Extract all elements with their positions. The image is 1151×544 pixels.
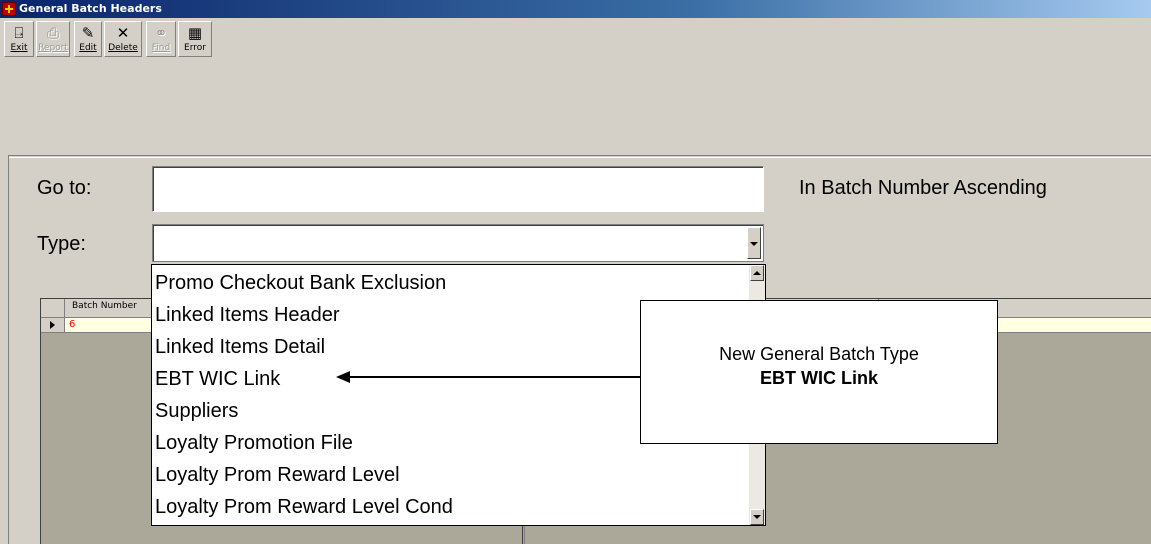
callout-line-2: EBT WIC Link [760, 368, 878, 388]
annotation-callout: New General Batch Type EBT WIC Link [640, 300, 998, 444]
title-bar[interactable]: General Batch Headers [0, 0, 1151, 18]
chevron-down-icon [753, 515, 761, 519]
type-label: Type: [37, 233, 86, 255]
callout-line-1: New General Batch Type [719, 344, 919, 364]
column-divider-shadow [524, 525, 525, 544]
column-header-batch-number[interactable]: Batch Number [72, 301, 137, 311]
exit-door-icon: ⍈ [14, 24, 24, 42]
exit-button[interactable]: ⍈ Exit [4, 21, 34, 57]
delete-x-icon: ✕ [116, 24, 130, 42]
dropdown-option[interactable]: Loyalty Prom Reward Level [155, 461, 400, 490]
report-button[interactable]: ⎙ Report [36, 21, 70, 57]
row-selector[interactable] [41, 318, 65, 332]
app-icon[interactable] [2, 2, 16, 16]
callout-arrow-line [348, 376, 640, 378]
type-combobox[interactable] [152, 224, 764, 262]
edit-icon: ✎ [81, 24, 95, 42]
dropdown-option[interactable]: Loyalty Promotion File [155, 429, 353, 458]
grid-icon: ▦ [187, 24, 203, 42]
grid-corner[interactable] [41, 299, 65, 317]
exit-button-label: Exit [10, 43, 28, 53]
binoculars-icon: ⚭ [154, 24, 168, 42]
find-button-label: Find [151, 43, 171, 53]
scroll-down-button[interactable] [750, 509, 764, 525]
chevron-down-icon [750, 242, 758, 246]
error-button-label: Error [184, 43, 206, 53]
dropdown-option[interactable]: Suppliers [155, 397, 238, 426]
type-dropdown-button[interactable] [747, 227, 761, 259]
dropdown-option[interactable]: Linked Items Header [155, 301, 340, 330]
printer-icon: ⎙ [46, 24, 60, 42]
report-button-label: Report [38, 43, 68, 53]
error-button[interactable]: ▦ Error [178, 21, 212, 57]
dropdown-option[interactable]: Loyalty Prom Reward Level Cond [155, 493, 453, 522]
general-batch-headers-window: General Batch Headers ⍈ Exit ⎙ Report ✎ … [0, 0, 1151, 544]
chevron-up-icon [753, 271, 761, 275]
goto-input[interactable] [152, 166, 764, 212]
column-divider [522, 525, 523, 544]
callout-arrow-head-icon [336, 371, 350, 383]
edit-button[interactable]: ✎ Edit [74, 21, 102, 57]
edit-button-label: Edit [79, 43, 97, 53]
dropdown-option[interactable]: Linked Items Detail [155, 333, 325, 362]
delete-button[interactable]: ✕ Delete [104, 21, 142, 57]
batch-number-cell[interactable]: 6 [69, 318, 75, 332]
goto-label: Go to: [37, 177, 92, 199]
window-title: General Batch Headers [19, 2, 162, 15]
dropdown-option-ebt-wic-link[interactable]: EBT WIC Link [155, 365, 280, 394]
find-button[interactable]: ⚭ Find [146, 21, 176, 57]
delete-button-label: Delete [108, 43, 138, 53]
scroll-up-button[interactable] [750, 265, 764, 281]
sort-order-text: In Batch Number Ascending [799, 177, 1047, 199]
dropdown-option[interactable]: Promo Checkout Bank Exclusion [155, 269, 446, 298]
current-row-icon [50, 321, 55, 329]
